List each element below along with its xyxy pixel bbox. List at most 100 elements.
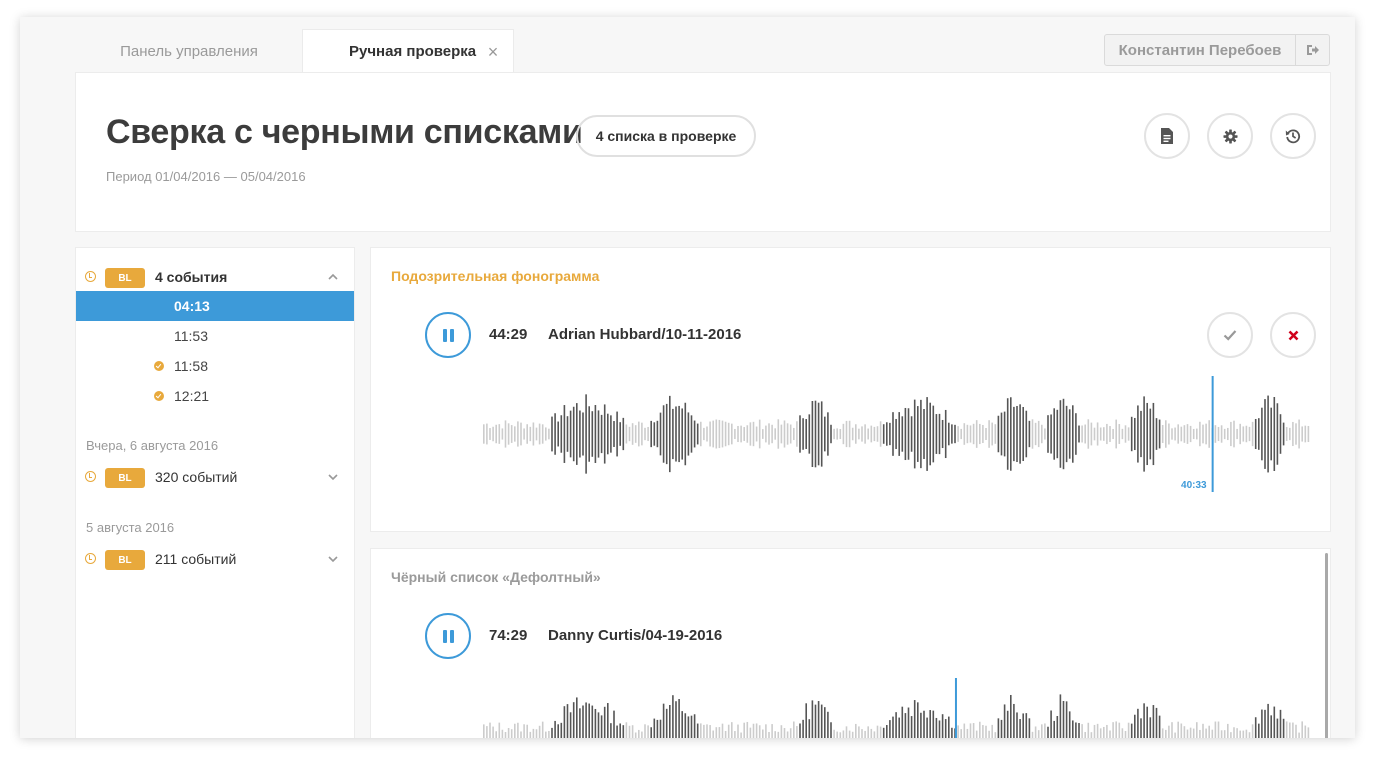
waveform-bar xyxy=(1078,723,1080,738)
waveform-bar xyxy=(1130,723,1133,738)
event-group-1[interactable]: BL 4 события xyxy=(76,262,354,292)
waveform-bar xyxy=(765,724,767,738)
waveform-bar xyxy=(1171,428,1173,440)
waveform-bar xyxy=(684,713,687,738)
event-group-2[interactable]: BL 320 событий xyxy=(76,462,354,492)
waveform-bar xyxy=(951,424,953,444)
waveform-bar xyxy=(836,731,838,738)
waveform-bar xyxy=(576,403,578,465)
waveform-bar xyxy=(1242,426,1245,442)
lists-in-check-button[interactable]: 4 списка в проверке xyxy=(576,115,756,157)
waveform-bar xyxy=(975,420,978,448)
waveform-bar xyxy=(1093,427,1096,441)
waveform-bar xyxy=(1022,713,1024,738)
waveform-bar xyxy=(957,725,959,738)
checked-icon xyxy=(154,391,164,401)
waveform-bar xyxy=(1047,726,1049,738)
waveform-bar xyxy=(768,423,770,445)
playhead[interactable] xyxy=(1211,376,1214,492)
waveform-bar xyxy=(1196,722,1198,738)
waveform-bar xyxy=(737,425,739,443)
settings-button[interactable] xyxy=(1207,113,1253,159)
waveform-bar xyxy=(988,730,990,738)
event-row[interactable]: 04:13 xyxy=(76,291,354,321)
waveform-bar xyxy=(1223,428,1226,440)
waveform-bar xyxy=(988,420,990,448)
waveform-bar xyxy=(520,422,522,446)
chevron-up-icon[interactable] xyxy=(326,270,340,284)
waveform-bar xyxy=(622,725,625,738)
waveform-bar xyxy=(1090,732,1093,738)
event-group-3[interactable]: BL 211 событий xyxy=(76,544,354,574)
waveform-bar xyxy=(1112,428,1114,440)
waveform-bar xyxy=(1267,703,1269,738)
waveform-bar xyxy=(554,413,556,455)
user-name[interactable]: Константин Перебоев xyxy=(1105,42,1295,59)
waveform-bar xyxy=(762,429,764,439)
chevron-down-icon[interactable] xyxy=(326,470,340,484)
waveform-bar xyxy=(631,423,634,445)
logout-icon[interactable] xyxy=(1295,35,1329,65)
history-button[interactable] xyxy=(1270,113,1316,159)
tab-manual-check[interactable]: Ручная проверка × xyxy=(302,29,514,73)
event-row[interactable]: 11:53 xyxy=(76,321,354,351)
waveform-bar xyxy=(1152,402,1155,466)
playhead[interactable] xyxy=(954,678,957,738)
waveform-bar xyxy=(597,410,600,458)
waveform-bar xyxy=(1155,418,1158,450)
waveform-bar xyxy=(966,424,969,444)
waveform-bar xyxy=(1127,427,1130,441)
date-label: Вчера, 6 августа 2016 xyxy=(86,438,219,453)
waveform-bar xyxy=(1118,722,1121,738)
chevron-down-icon[interactable] xyxy=(326,552,340,566)
waveform-bar xyxy=(1289,427,1291,441)
waveform-bar xyxy=(684,402,687,466)
waveform-bar xyxy=(991,422,993,446)
waveform-bar xyxy=(1186,729,1189,738)
waveform-bar xyxy=(678,405,680,463)
waveform[interactable] xyxy=(371,549,1330,738)
waveform-bar xyxy=(1279,709,1282,738)
scrollbar[interactable] xyxy=(1325,553,1328,738)
waveform-bar xyxy=(1099,427,1102,441)
waveform-bar xyxy=(997,718,1000,738)
waveform-bar xyxy=(1134,417,1136,451)
waveform[interactable]: 40:33 xyxy=(371,248,1330,531)
waveform-bar xyxy=(579,410,581,458)
waveform-bar xyxy=(1013,703,1015,738)
event-row[interactable]: 12:21 xyxy=(76,381,354,411)
waveform-bar xyxy=(836,428,838,440)
report-button[interactable] xyxy=(1144,113,1190,159)
waveform-bar xyxy=(963,723,966,738)
event-row[interactable]: 11:58 xyxy=(76,351,354,381)
waveform-bar xyxy=(833,428,835,440)
waveform-bar xyxy=(1053,408,1055,460)
waveform-bar xyxy=(845,420,848,448)
waveform-bar xyxy=(650,727,652,738)
waveform-bar xyxy=(1251,724,1254,738)
waveform-bar xyxy=(619,422,621,446)
tab-dashboard[interactable]: Панель управления xyxy=(75,29,303,73)
waveform-bar xyxy=(771,724,773,738)
waveform-bar xyxy=(1289,722,1291,738)
waveform-bar xyxy=(963,423,966,445)
tab-close-icon[interactable]: × xyxy=(485,42,501,62)
waveform-bar xyxy=(541,721,544,738)
waveform-bar xyxy=(591,411,594,457)
waveform-bar xyxy=(758,419,761,449)
waveform-bar xyxy=(1028,420,1031,448)
waveform-bar xyxy=(1103,726,1105,738)
waveform-bar xyxy=(572,702,575,738)
waveform-bar xyxy=(727,422,730,446)
waveform-bar xyxy=(662,703,665,738)
waveform-bar xyxy=(1165,420,1167,448)
waveform-bar xyxy=(811,400,814,468)
waveform-bar xyxy=(1112,722,1114,738)
waveform-bar xyxy=(628,725,631,738)
playhead-time: 40:33 xyxy=(1181,480,1207,491)
waveform-bar xyxy=(585,702,587,738)
waveform-bar xyxy=(746,721,749,738)
waveform-bar xyxy=(603,404,606,464)
waveform-bar xyxy=(672,408,674,460)
waveform-bar xyxy=(1072,405,1074,463)
